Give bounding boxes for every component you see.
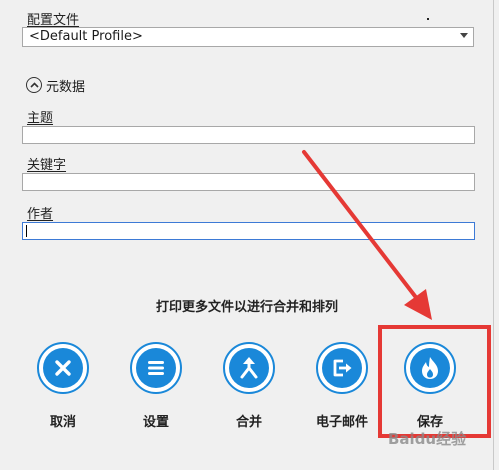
metadata-section-label: 元数据: [46, 79, 86, 95]
settings-button[interactable]: 设置: [126, 342, 186, 430]
merge-icon: [240, 357, 258, 379]
profile-selected-value: <Default Profile>: [29, 29, 143, 44]
keywords-field[interactable]: [22, 173, 475, 191]
keywords-label: 关键字: [27, 158, 67, 173]
settings-list-icon: [148, 361, 164, 375]
watermark: Baidu经验: [388, 430, 467, 448]
email-button-label: 电子邮件: [315, 415, 368, 430]
merge-hint-text: 打印更多文件以进行合并和排列: [155, 300, 338, 315]
merge-button[interactable]: 合并: [219, 342, 279, 430]
close-icon: [55, 360, 71, 376]
text-caret: [26, 225, 27, 237]
save-highlight-box: [378, 325, 491, 438]
profile-dropdown[interactable]: <Default Profile>: [22, 27, 474, 47]
subject-field[interactable]: [22, 126, 475, 144]
author-field[interactable]: [22, 222, 475, 240]
author-label: 作者: [27, 207, 54, 222]
merge-button-label: 合并: [235, 415, 262, 430]
cancel-button-label: 取消: [49, 415, 76, 430]
cancel-button[interactable]: 取消: [33, 342, 93, 430]
window-edge: [493, 0, 494, 470]
metadata-section-toggle[interactable]: 元数据: [26, 76, 86, 95]
settings-button-label: 设置: [142, 415, 169, 430]
subject-label: 主题: [27, 111, 54, 126]
collapse-up-icon[interactable]: [26, 77, 42, 93]
stray-dot: [427, 18, 429, 20]
email-button[interactable]: 电子邮件: [312, 342, 372, 430]
profile-label: 配置文件: [27, 13, 80, 28]
chevron-down-icon[interactable]: [460, 33, 468, 38]
email-export-icon: [333, 359, 352, 377]
